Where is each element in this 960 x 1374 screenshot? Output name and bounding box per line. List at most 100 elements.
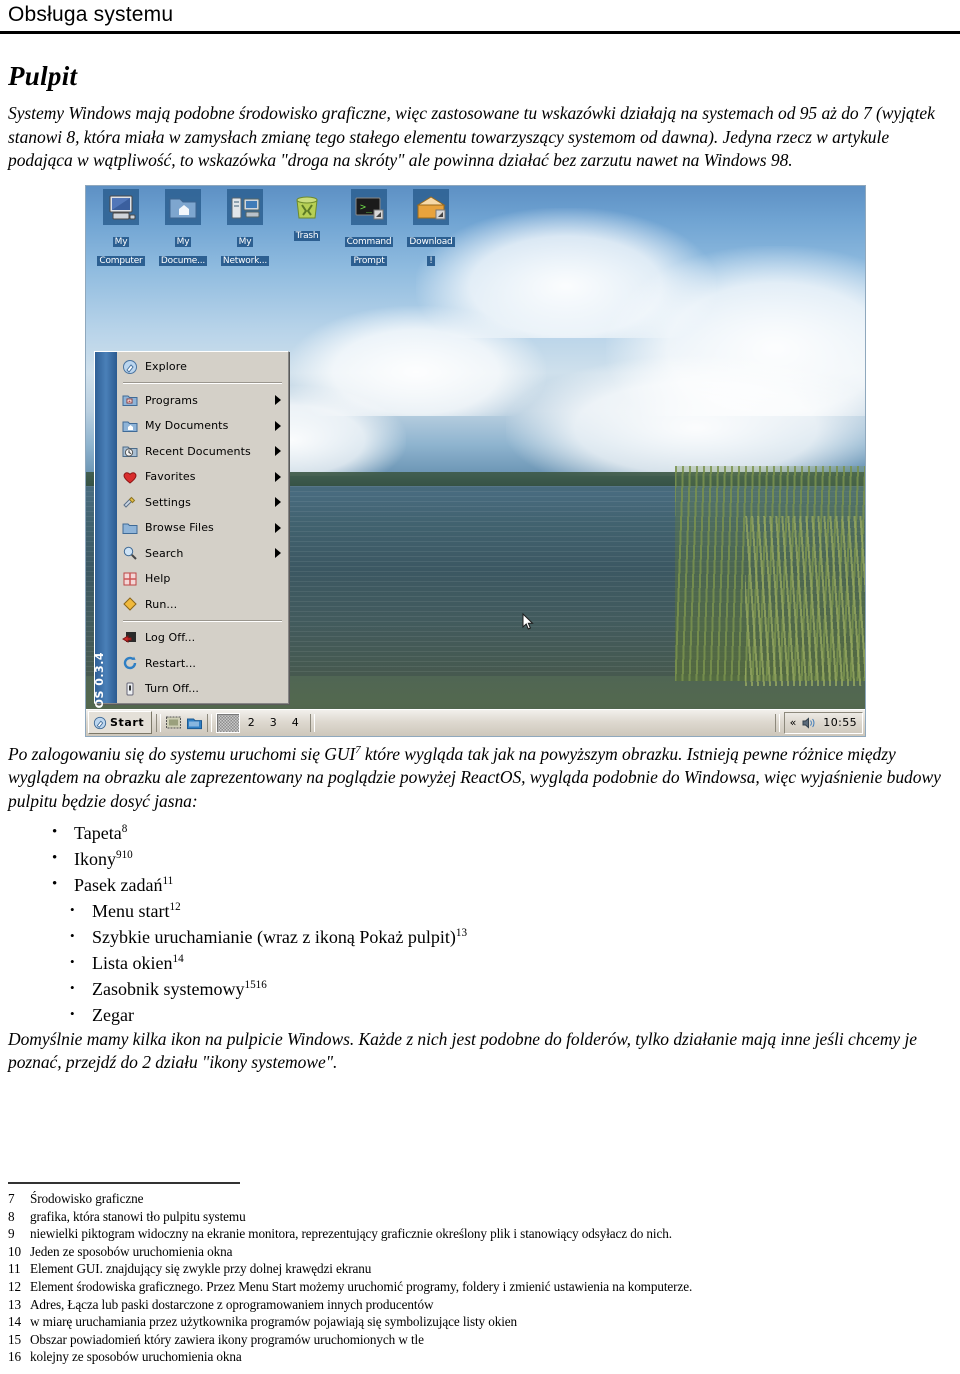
footnote-text: Środowisko graficzne xyxy=(30,1191,144,1207)
start-menu-label: Help xyxy=(145,572,171,586)
list-item-label: Szybkie uruchamianie (wraz z ikoną Pokaż… xyxy=(92,926,456,947)
system-tray: « 10:55 xyxy=(783,711,863,734)
start-menu-item-explore[interactable]: Explore xyxy=(117,354,288,380)
start-menu-item-log-off[interactable]: Log Off... xyxy=(117,625,288,651)
list-item-label: Ikony xyxy=(74,848,116,869)
taskbar-divider xyxy=(310,713,316,732)
footnote-number: 8 xyxy=(8,1208,15,1224)
start-menu-label: Explore xyxy=(145,360,187,374)
footnotes-section: 7 Środowisko graficzne 8 grafika, która … xyxy=(8,1182,952,1366)
start-menu-item-run[interactable]: Run... xyxy=(117,591,288,617)
list-item-label: Zasobnik systemowy xyxy=(92,978,245,999)
list-item-label: Zegar xyxy=(92,1004,134,1025)
restart-icon xyxy=(122,655,138,671)
start-menu[interactable]: ReactOS 0.3.4 Explore Programs My Docume… xyxy=(93,350,289,736)
footnote-item: 14 w miarę uruchamiania przez użytkownik… xyxy=(8,1313,952,1331)
virtual-desktop-3[interactable]: 3 xyxy=(262,714,284,732)
tray-expand-chevron-icon[interactable]: « xyxy=(790,716,797,729)
footnote-number: 15 xyxy=(8,1331,21,1347)
footnote-number: 12 xyxy=(8,1279,21,1295)
start-button-label: Start xyxy=(110,716,145,730)
chevron-right-icon xyxy=(275,395,281,406)
clock[interactable]: 10:55 xyxy=(823,716,857,729)
chevron-right-icon xyxy=(275,420,281,431)
footnote-number: 14 xyxy=(8,1314,21,1330)
reactos-logo-icon xyxy=(93,716,107,729)
desktop-icon-my-documents[interactable]: My Docume... xyxy=(152,188,214,267)
run-diamond-icon xyxy=(122,596,138,612)
footnote-item: 12 Element środowiska graficznego. Przez… xyxy=(8,1278,952,1296)
footnote-item: 8 grafika, która stanowi tło pulpitu sys… xyxy=(8,1208,952,1226)
desktop-icon-label: My xyxy=(236,236,254,247)
volume-speaker-icon[interactable] xyxy=(802,717,817,729)
show-desktop-icon[interactable] xyxy=(165,715,182,731)
svg-text:>_: >_ xyxy=(360,202,373,213)
intro-paragraph: Systemy Windows mają podobne środowisko … xyxy=(8,103,935,171)
explorer-icon[interactable] xyxy=(186,715,203,731)
start-menu-item-turn-off[interactable]: Turn Off... xyxy=(117,676,288,702)
start-menu-label: Run... xyxy=(145,597,178,611)
footnote-item: 10 Jeden ze sposobów uruchomienia okna xyxy=(8,1243,952,1261)
footnote-text: Obszar powiadomień który zawiera ikony p… xyxy=(30,1331,424,1347)
list-item: Ikony910 xyxy=(52,845,952,872)
start-menu-item-search[interactable]: Search xyxy=(117,540,288,566)
mouse-cursor-icon xyxy=(522,612,534,630)
list-item: Pasek zadań11 xyxy=(52,871,952,898)
my-documents-icon xyxy=(165,188,201,225)
start-menu-item-help[interactable]: Help xyxy=(117,566,288,592)
start-menu-item-settings[interactable]: Settings xyxy=(117,489,288,515)
start-menu-item-browse-files[interactable]: Browse Files xyxy=(117,515,288,541)
start-menu-item-recent-documents[interactable]: Recent Documents xyxy=(117,438,288,464)
document-content: Pulpit Systemy Windows mają podobne środ… xyxy=(8,48,952,1081)
start-menu-item-restart[interactable]: Restart... xyxy=(117,650,288,676)
footnote-item: 7 Środowisko graficzne xyxy=(8,1190,952,1208)
start-menu-label: Favorites xyxy=(145,470,196,484)
start-menu-label: Search xyxy=(145,546,184,560)
taskbar-divider xyxy=(156,713,162,732)
footnote-text: Element GUI. znajdujący się zwykle przy … xyxy=(30,1261,372,1277)
footnote-text: Element środowiska graficznego. Przez Me… xyxy=(30,1279,693,1295)
footnote-number: 10 xyxy=(8,1243,21,1259)
settings-icon xyxy=(122,494,138,510)
start-menu-label: Programs xyxy=(145,393,198,407)
start-menu-label: Settings xyxy=(145,495,191,509)
start-menu-item-programs[interactable]: Programs xyxy=(117,387,288,413)
my-network-icon xyxy=(227,188,263,225)
desktop-icon-label: My xyxy=(112,236,130,247)
after-image-text-part1: Po zalogowaniu się do systemu uruchomi s… xyxy=(8,743,356,764)
desktop-icon-my-network[interactable]: My Network... xyxy=(214,188,276,267)
section-title: Pulpit xyxy=(8,61,78,91)
list-item: Zegar xyxy=(70,1001,952,1028)
command-prompt-icon: >_ xyxy=(351,188,387,225)
start-button[interactable]: Start xyxy=(88,711,153,735)
footnote-number: 7 xyxy=(8,1191,15,1207)
taskbar-divider xyxy=(774,713,780,732)
list-item: Szybkie uruchamianie (wraz z ikoną Pokaż… xyxy=(70,923,952,950)
chevron-right-icon xyxy=(275,497,281,508)
footnote-text: kolejny ze sposobów uruchomienia okna xyxy=(30,1349,242,1365)
folder-icon xyxy=(122,520,138,536)
footnote-number: 9 xyxy=(8,1226,15,1242)
desktop-icon-my-computer[interactable]: My Computer xyxy=(90,188,152,267)
desktop-icon-download[interactable]: Download ! xyxy=(400,188,462,267)
footnote-number: 11 xyxy=(8,1261,21,1277)
magnifier-icon xyxy=(122,545,138,561)
virtual-desktop-2[interactable]: 2 xyxy=(240,714,262,732)
list-item-label: Pasek zadań xyxy=(74,874,163,895)
desktop-icon-command-prompt[interactable]: >_ Command Prompt xyxy=(338,188,400,267)
start-menu-label: Log Off... xyxy=(145,631,196,645)
list-item-label: Lista okien xyxy=(92,952,173,973)
after-image-paragraph: Po zalogowaniu się do systemu uruchomi s… xyxy=(8,743,952,814)
virtual-desktop-1-active[interactable] xyxy=(216,712,241,733)
cloud-decoration xyxy=(506,355,865,476)
start-menu-item-my-documents[interactable]: My Documents xyxy=(117,413,288,439)
my-computer-icon xyxy=(103,188,139,225)
footnote-ref: 910 xyxy=(116,848,133,861)
heart-icon xyxy=(122,469,138,485)
start-menu-item-favorites[interactable]: Favorites xyxy=(117,464,288,490)
virtual-desktop-4[interactable]: 4 xyxy=(284,714,306,732)
footnote-ref: 12 xyxy=(169,900,181,913)
start-menu-label: Restart... xyxy=(145,656,197,670)
desktop-icon-trash[interactable]: Trash xyxy=(276,189,338,267)
footnote-ref: 1516 xyxy=(244,978,267,991)
